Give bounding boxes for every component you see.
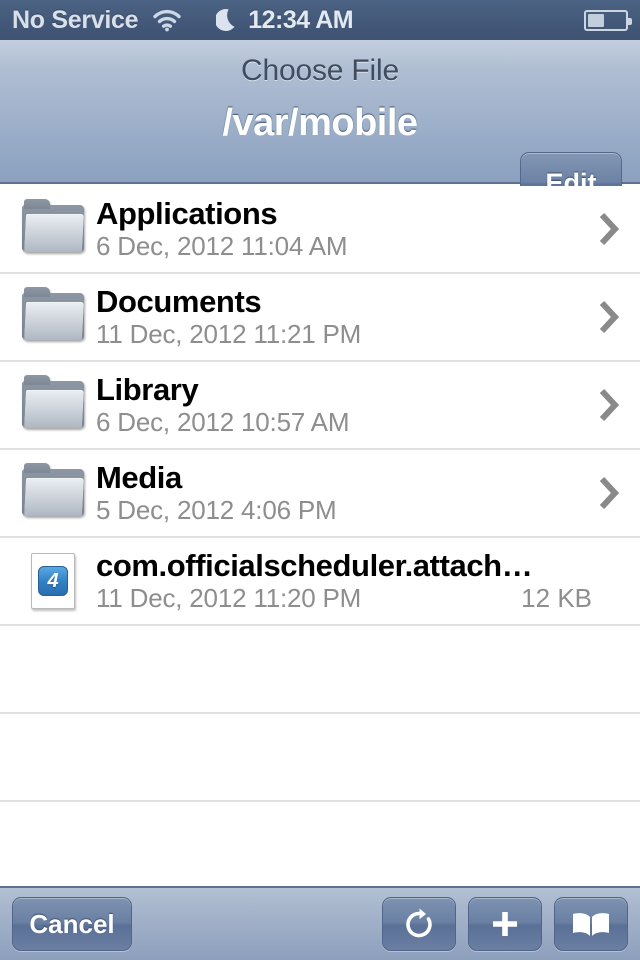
row-icon [16, 199, 90, 253]
file-badge: 4 [38, 566, 68, 596]
moon-icon [216, 7, 240, 33]
list-item[interactable]: Applications 6 Dec, 2012 11:04 AM [0, 186, 640, 274]
file-list[interactable]: Applications 6 Dec, 2012 11:04 AM Document… [0, 186, 640, 890]
current-path-label: /var/mobile [222, 102, 418, 144]
refresh-button[interactable] [382, 897, 456, 951]
row-text: Documents 11 Dec, 2012 11:21 PM [90, 284, 592, 351]
row-text: com.officialscheduler.attach… 11 Dec, 201… [90, 548, 592, 615]
row-title: Media [96, 459, 182, 495]
list-item[interactable]: Documents 11 Dec, 2012 11:21 PM [0, 274, 640, 362]
folder-icon [22, 375, 84, 429]
row-text: Media 5 Dec, 2012 4:06 PM [90, 460, 592, 527]
clock-label: 12:34 AM [248, 5, 354, 34]
row-detail-line: 11 Dec, 2012 11:20 PM 12 KB [96, 583, 592, 614]
folder-icon [22, 287, 84, 341]
chevron-right-icon [599, 388, 620, 422]
chevron-right-icon [599, 212, 620, 246]
wifi-icon [152, 8, 182, 32]
row-icon [16, 463, 90, 517]
page-title: Choose File [241, 54, 399, 87]
file-icon: 4 [31, 553, 75, 609]
folder-icon [22, 199, 84, 253]
row-detail-line: 11 Dec, 2012 11:21 PM [96, 319, 592, 350]
row-modified: 5 Dec, 2012 4:06 PM [96, 495, 337, 526]
list-item[interactable]: 4 com.officialscheduler.attach… 11 Dec, 20… [0, 538, 640, 626]
carrier-label: No Service [12, 5, 139, 34]
refresh-icon [406, 908, 432, 938]
row-icon: 4 [16, 553, 90, 609]
bottom-toolbar: Cancel [0, 886, 640, 960]
folder-icon [22, 463, 84, 517]
chevron-right-icon [599, 476, 620, 510]
row-accessory[interactable] [592, 476, 626, 510]
bookmarks-button[interactable] [554, 897, 628, 951]
battery-icon [584, 9, 632, 31]
navigation-bar: Choose File /var/mobile Edit [0, 40, 640, 214]
row-detail-line: 6 Dec, 2012 10:57 AM [96, 407, 592, 438]
row-detail-line: 5 Dec, 2012 4:06 PM [96, 495, 592, 526]
row-modified: 11 Dec, 2012 11:21 PM [96, 319, 362, 350]
plus-icon [493, 912, 517, 936]
row-title: Library [96, 371, 199, 407]
row-modified: 6 Dec, 2012 10:57 AM [96, 407, 350, 438]
status-bar: No Service 12:34 AM [0, 0, 640, 40]
row-icon [16, 375, 90, 429]
empty-list-row [0, 714, 640, 802]
add-button[interactable] [468, 897, 542, 951]
book-icon [573, 913, 609, 936]
cancel-button[interactable]: Cancel [12, 897, 132, 951]
row-title: Applications [96, 195, 278, 231]
empty-list-row [0, 626, 640, 714]
battery-fill [588, 13, 605, 27]
row-accessory[interactable] [592, 212, 626, 246]
row-title: Documents [96, 283, 262, 319]
row-detail-line: 6 Dec, 2012 11:04 AM [96, 231, 592, 262]
row-modified: 6 Dec, 2012 11:04 AM [96, 231, 348, 262]
file-picker-screen: No Service 12:34 AM Choose File /var/mob… [0, 0, 640, 960]
list-item[interactable]: Library 6 Dec, 2012 10:57 AM [0, 362, 640, 450]
row-icon [16, 287, 90, 341]
row-accessory[interactable] [592, 388, 626, 422]
chevron-right-icon [599, 300, 620, 334]
row-modified: 11 Dec, 2012 11:20 PM [96, 583, 362, 614]
list-item[interactable]: Media 5 Dec, 2012 4:06 PM [0, 450, 640, 538]
row-size: 12 KB [521, 583, 592, 614]
row-title: com.officialscheduler.attach… [96, 547, 533, 583]
row-text: Library 6 Dec, 2012 10:57 AM [90, 372, 592, 439]
empty-list-row [0, 802, 640, 890]
row-text: Applications 6 Dec, 2012 11:04 AM [90, 196, 592, 263]
row-accessory[interactable] [592, 300, 626, 334]
